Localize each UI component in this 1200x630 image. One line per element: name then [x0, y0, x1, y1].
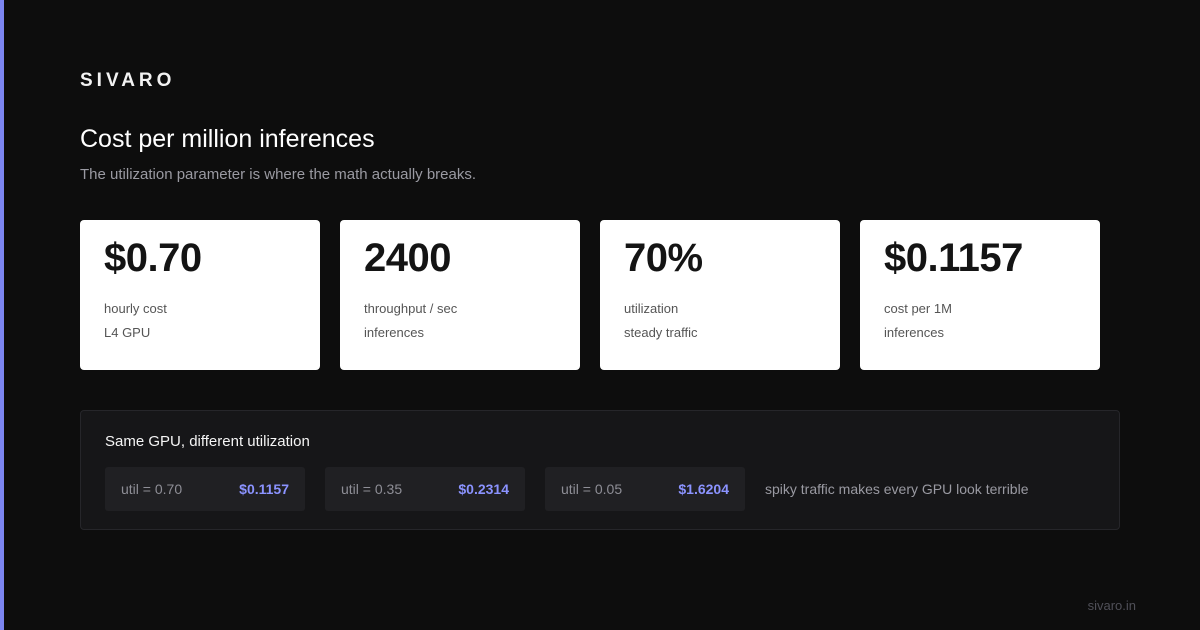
metric-label: hourly cost: [104, 301, 167, 316]
metric-card-utilization: 70% utilization steady traffic: [600, 220, 840, 370]
comparison-rows: util = 0.70 $0.1157 util = 0.35 $0.2314 …: [105, 467, 1029, 511]
comparison-value: $0.2314: [458, 481, 509, 497]
metric-value: $0.70: [104, 236, 202, 280]
accent-bar: [0, 0, 4, 630]
panel-title: Same GPU, different utilization: [105, 433, 310, 450]
metric-sublabel: steady traffic: [624, 325, 698, 340]
comparison-value: $0.1157: [239, 481, 289, 497]
brand-logo: SIVARO: [80, 70, 176, 91]
comparison-note: spiky traffic makes every GPU look terri…: [765, 481, 1029, 497]
page: SIVARO Cost per million inferences The u…: [0, 0, 1200, 630]
metric-card-cost-per-million: $0.1157 cost per 1M inferences: [860, 220, 1100, 370]
comparison-item: util = 0.35 $0.2314: [325, 467, 525, 511]
metric-cards: $0.70 hourly cost L4 GPU 2400 throughput…: [80, 220, 1120, 370]
page-title: Cost per million inferences: [80, 125, 375, 153]
page-subtitle: The utilization parameter is where the m…: [80, 166, 477, 183]
comparison-item: util = 0.70 $0.1157: [105, 467, 305, 511]
metric-card-hourly-cost: $0.70 hourly cost L4 GPU: [80, 220, 320, 370]
metric-sublabel: inferences: [884, 325, 944, 340]
comparison-label: util = 0.05: [561, 481, 623, 497]
metric-label: throughput / sec: [364, 301, 458, 316]
comparison-label: util = 0.35: [341, 481, 403, 497]
metric-sublabel: L4 GPU: [104, 325, 151, 340]
metric-label: utilization: [624, 301, 679, 316]
metric-value: 2400: [364, 236, 451, 280]
utilization-comparison-panel: Same GPU, different utilization util = 0…: [80, 410, 1120, 530]
metric-card-throughput: 2400 throughput / sec inferences: [340, 220, 580, 370]
metric-value: 70%: [624, 236, 703, 280]
metric-label: cost per 1M: [884, 301, 952, 316]
comparison-item: util = 0.05 $1.6204: [545, 467, 745, 511]
comparison-label: util = 0.70: [121, 481, 183, 497]
footer-url: sivaro.in: [1087, 598, 1136, 613]
metric-sublabel: inferences: [364, 325, 424, 340]
comparison-value: $1.6204: [678, 481, 729, 497]
metric-value: $0.1157: [884, 236, 1023, 280]
